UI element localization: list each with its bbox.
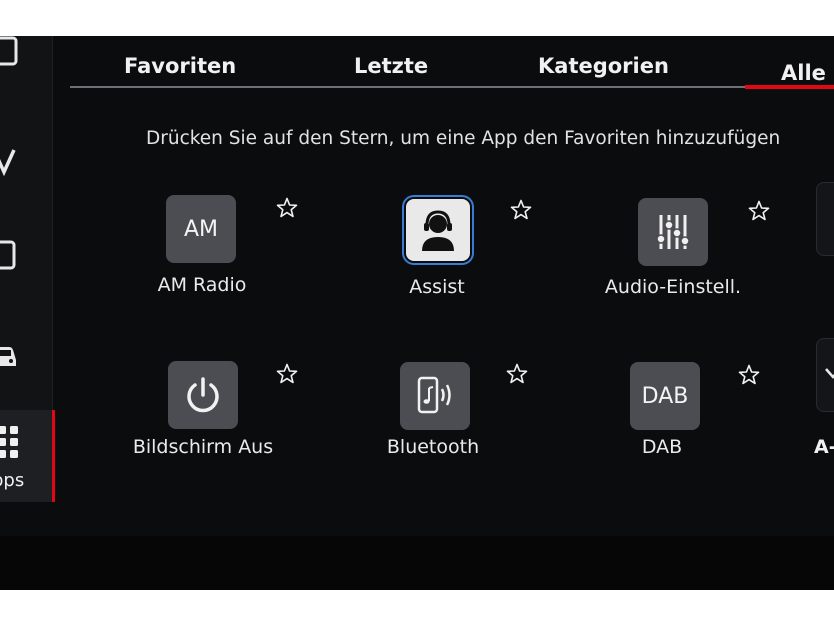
app-screen-off[interactable]: Bildschirm Aus [100, 358, 300, 478]
tab-favoriten[interactable]: Favoriten [124, 54, 236, 78]
favorite-star-icon[interactable] [510, 199, 532, 221]
app-audio-settings[interactable]: Audio-Einstell. [570, 196, 770, 316]
app-dab-label: DAB [641, 436, 683, 458]
app-am-radio-label: AM Radio [157, 274, 247, 296]
tab-letzte[interactable]: Letzte [354, 54, 428, 78]
sidebar-item-apps[interactable]: pps [0, 410, 55, 502]
favorite-star-icon[interactable] [748, 200, 770, 222]
app-bluetooth-label: Bluetooth [386, 436, 480, 458]
app-am-radio[interactable]: AM AM Radio [100, 192, 300, 312]
dab-icon: DAB [630, 362, 700, 430]
left-sidebar: pps [0, 36, 55, 502]
equalizer-sliders-icon [638, 198, 708, 266]
favorite-star-icon[interactable] [738, 364, 760, 386]
tab-divider [70, 86, 834, 88]
window-icon [0, 36, 18, 66]
favorite-star-icon[interactable] [506, 363, 528, 385]
app-partial-label: A- [814, 436, 834, 458]
phone-sound-icon [400, 362, 470, 430]
app-assist[interactable]: Assist [336, 192, 536, 312]
tab-kategorien[interactable]: Kategorien [538, 54, 669, 78]
route-icon [0, 149, 16, 176]
tab-alle[interactable]: Alle [781, 61, 826, 85]
tab-active-indicator [745, 85, 834, 89]
sidebar-item-top[interactable] [0, 36, 52, 96]
apps-grid-icon [0, 426, 18, 458]
app-dab[interactable]: DAB DAB [562, 358, 762, 478]
app-audio-settings-label: Audio-Einstell. [604, 276, 742, 298]
sidebar-apps-label: pps [0, 470, 25, 491]
sidebar-item-phone[interactable] [0, 232, 52, 292]
app-partial-tile-2[interactable] [816, 338, 834, 412]
am-icon: AM [166, 195, 236, 263]
phone-icon [0, 240, 16, 270]
chevron-down-icon [825, 368, 834, 379]
app-screen-off-label: Bildschirm Aus [132, 436, 274, 458]
car-icon [0, 347, 16, 366]
app-assist-label: Assist [409, 276, 465, 298]
app-partial-tile[interactable] [816, 182, 834, 256]
infotainment-screen: pps Favoriten Letzte Kategorien Alle Drü… [0, 36, 834, 590]
power-icon [168, 361, 238, 429]
favorites-hint: Drücken Sie auf den Stern, um eine App d… [146, 128, 781, 149]
sidebar-item-car[interactable] [0, 332, 52, 392]
favorite-star-icon[interactable] [276, 197, 298, 219]
headset-person-icon [406, 199, 470, 261]
sidebar-item-route[interactable] [0, 138, 52, 198]
favorite-star-icon[interactable] [276, 363, 298, 385]
screen-bezel [0, 536, 834, 590]
app-bluetooth[interactable]: Bluetooth [334, 358, 534, 478]
